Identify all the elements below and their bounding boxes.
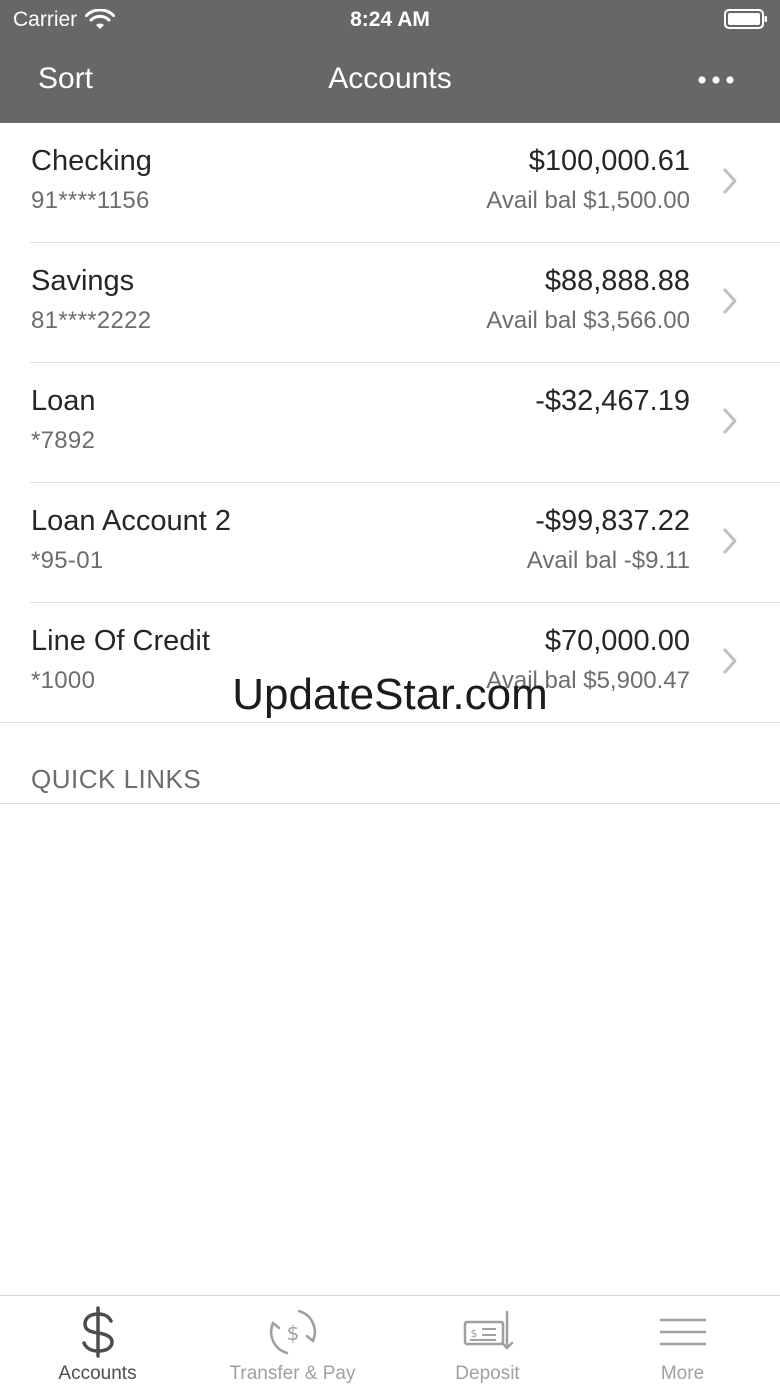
transfer-icon: $ <box>269 1309 316 1355</box>
available-balance: Avail bal $1,500.00 <box>486 187 690 214</box>
account-balance: -$32,467.19 <box>535 385 690 417</box>
svg-text:$: $ <box>470 1327 477 1340</box>
menu-icon <box>659 1318 706 1346</box>
tab-label: Accounts <box>58 1363 137 1384</box>
account-balance: $100,000.61 <box>528 145 690 177</box>
account-number: 91****1156 <box>31 187 150 214</box>
quick-links-heading: QUICK LINKS <box>31 764 202 794</box>
account-name: Savings <box>31 265 135 297</box>
account-name: Line Of Credit <box>31 625 210 657</box>
account-row-loan[interactable]: Loan *7892 -$32,467.19 <box>0 363 780 483</box>
account-name: Checking <box>31 145 152 177</box>
account-row-loan-account-2[interactable]: Loan Account 2 *95-01 -$99,837.22 Avail … <box>0 483 780 603</box>
tab-label: More <box>660 1363 705 1384</box>
status-bar: Carrier 8:24 AM <box>0 0 780 40</box>
account-number: *1000 <box>31 667 96 694</box>
svg-text:$: $ <box>286 1321 299 1345</box>
available-balance: Avail bal $3,566.00 <box>486 307 690 334</box>
tab-accounts[interactable]: Accounts <box>0 1296 195 1387</box>
app-screen: Carrier 8:24 AM Sort Accounts Checking 9… <box>0 0 780 1387</box>
quick-links-section: QUICK LINKS <box>0 722 780 804</box>
account-balance: -$99,837.22 <box>535 505 690 537</box>
tab-label: Deposit <box>455 1363 520 1384</box>
chevron-right-icon <box>723 168 737 194</box>
nav-bar: Sort Accounts <box>0 50 780 110</box>
header: Carrier 8:24 AM Sort Accounts <box>0 0 780 123</box>
account-name: Loan Account 2 <box>31 505 231 537</box>
account-number: 81****2222 <box>31 307 152 334</box>
chevron-right-icon <box>723 528 737 554</box>
dollar-icon <box>81 1306 114 1358</box>
tab-label: Transfer & Pay <box>229 1363 356 1384</box>
sort-button[interactable]: Sort <box>38 62 93 96</box>
account-number: *95-01 <box>31 547 104 574</box>
tab-more[interactable]: More <box>585 1296 780 1387</box>
ellipsis-icon[interactable] <box>696 70 736 90</box>
tab-transfer-pay[interactable]: $ Transfer & Pay <box>195 1296 390 1387</box>
chevron-right-icon <box>723 288 737 314</box>
battery-icon <box>724 9 767 29</box>
account-row-savings[interactable]: Savings 81****2222 $88,888.88 Avail bal … <box>0 243 780 363</box>
account-name: Loan <box>31 385 96 417</box>
account-number: *7892 <box>31 427 96 454</box>
account-balance: $88,888.88 <box>544 265 690 297</box>
status-time: 8:24 AM <box>350 8 430 31</box>
account-list: Checking 91****1156 $100,000.61 Avail ba… <box>0 123 780 723</box>
account-row-line-of-credit[interactable]: Line Of Credit *1000 $70,000.00 Avail ba… <box>0 603 780 723</box>
tab-deposit[interactable]: $ Deposit <box>390 1296 585 1387</box>
chevron-right-icon <box>723 648 737 674</box>
account-balance: $70,000.00 <box>544 625 690 657</box>
account-row-checking[interactable]: Checking 91****1156 $100,000.61 Avail ba… <box>0 123 780 243</box>
chevron-right-icon <box>723 408 737 434</box>
check-deposit-icon: $ <box>463 1310 513 1350</box>
tab-bar: Accounts $ Transfer & Pay $ Deposit More <box>0 1295 780 1387</box>
available-balance: Avail bal $5,900.47 <box>486 667 690 694</box>
page-title: Accounts <box>328 62 452 95</box>
available-balance: Avail bal -$9.11 <box>526 547 690 574</box>
